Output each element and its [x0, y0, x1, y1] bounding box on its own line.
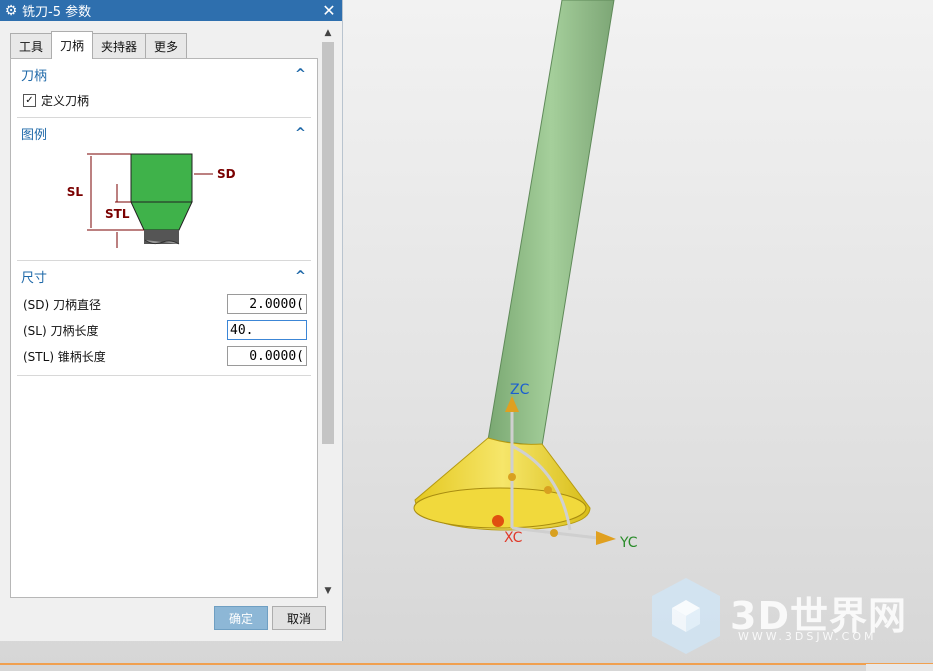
legend-section-title: 图例: [21, 127, 48, 143]
watermark-cube-icon: [652, 578, 720, 654]
watermark-cube-top: [672, 600, 700, 616]
watermark-url: WWW.3DSJW.COM: [738, 630, 877, 643]
sd-field-label: (SD) 刀柄直径: [23, 297, 102, 312]
zc-label: ZC: [510, 382, 530, 398]
sd-input[interactable]: [227, 294, 307, 314]
tab-tool[interactable]: 工具: [10, 33, 53, 59]
tool-parameters-dialog: ⚙ 铣刀-5 参数 ✕ 工具 刀柄 夹持器 更多 刀柄 ^ ✓ 定义刀柄 图例 …: [0, 0, 343, 641]
holder-section-title: 刀柄: [21, 68, 48, 84]
y-handle: [550, 529, 558, 537]
sd-label: SD: [217, 167, 236, 181]
dialog-title: 铣刀-5 参数: [22, 5, 92, 20]
stl-field-label: (STL) 锥柄长度: [23, 349, 106, 364]
dimensions-section: 尺寸 ^ (SD) 刀柄直径 (SL) 刀柄长度 (STL) 锥柄长度: [17, 261, 311, 376]
stl-row: (STL) 锥柄长度: [17, 343, 311, 369]
collapse-icon[interactable]: ^: [295, 269, 311, 284]
ok-button[interactable]: 确定: [214, 606, 268, 630]
define-holder-label: 定义刀柄: [41, 93, 90, 108]
holder-section: 刀柄 ^ ✓ 定义刀柄: [17, 59, 311, 118]
y-axis: [511, 526, 599, 540]
tool-cone: [414, 437, 591, 531]
origin-handle: [492, 515, 504, 527]
tool-shank: [487, 0, 615, 447]
tab-clamp[interactable]: 夹持器: [92, 33, 147, 59]
shank-shape: [130, 153, 193, 203]
y-arrow-icon: [596, 531, 616, 545]
status-bar-line: [0, 663, 933, 665]
sl-label: SL: [67, 185, 84, 199]
xc-label: XC: [504, 530, 523, 546]
collapse-icon[interactable]: ^: [295, 126, 311, 141]
dimensions-section-header[interactable]: 尺寸 ^: [17, 261, 311, 291]
tab-holder[interactable]: 刀柄: [51, 31, 94, 59]
tab-panel: 刀柄 ^ ✓ 定义刀柄 图例 ^ SL STL SD 尺寸 ^ (SD) 刀柄直…: [10, 58, 318, 598]
sl-row: (SL) 刀柄长度: [17, 317, 311, 343]
yc-label: YC: [619, 535, 638, 551]
taskbar-edge: [866, 664, 933, 671]
z-handle: [508, 473, 516, 481]
z-arrow-icon: [505, 396, 519, 412]
stl-input[interactable]: [227, 346, 307, 366]
legend-section-header[interactable]: 图例 ^: [17, 118, 311, 148]
define-holder-row[interactable]: ✓ 定义刀柄: [17, 89, 311, 111]
close-icon[interactable]: ✕: [316, 1, 342, 20]
tab-more[interactable]: 更多: [145, 33, 188, 59]
stl-label: STL: [105, 207, 130, 221]
watermark-cube-left: [672, 608, 686, 632]
gear-icon: ⚙: [4, 2, 18, 19]
holder-legend-diagram: SL STL SD: [67, 153, 236, 248]
arc-handle: [544, 486, 552, 494]
scroll-down-icon[interactable]: ▼: [320, 586, 336, 598]
watermark-cube-right: [686, 608, 700, 632]
cancel-button[interactable]: 取消: [272, 606, 326, 630]
collapse-icon[interactable]: ^: [295, 67, 311, 82]
scroll-thumb[interactable]: [322, 42, 334, 444]
sl-input[interactable]: [227, 320, 307, 340]
dimensions-section-title: 尺寸: [21, 270, 48, 286]
scroll-up-icon[interactable]: ▲: [320, 28, 336, 40]
cone-base: [413, 487, 587, 529]
tab-bar: 工具 刀柄 夹持器 更多: [10, 31, 188, 59]
legend-section: 图例 ^ SL STL SD: [17, 118, 311, 261]
panel-scrollbar[interactable]: ▲ ▼: [320, 28, 336, 598]
define-holder-checkbox[interactable]: ✓: [23, 93, 36, 107]
taper-shape: [130, 201, 193, 231]
sl-field-label: (SL) 刀柄长度: [23, 323, 99, 338]
dialog-titlebar: ⚙ 铣刀-5 参数 ✕: [0, 0, 342, 21]
rotation-arc: [511, 444, 572, 531]
sd-row: (SD) 刀柄直径: [17, 291, 311, 317]
holder-section-header[interactable]: 刀柄 ^: [17, 59, 311, 89]
